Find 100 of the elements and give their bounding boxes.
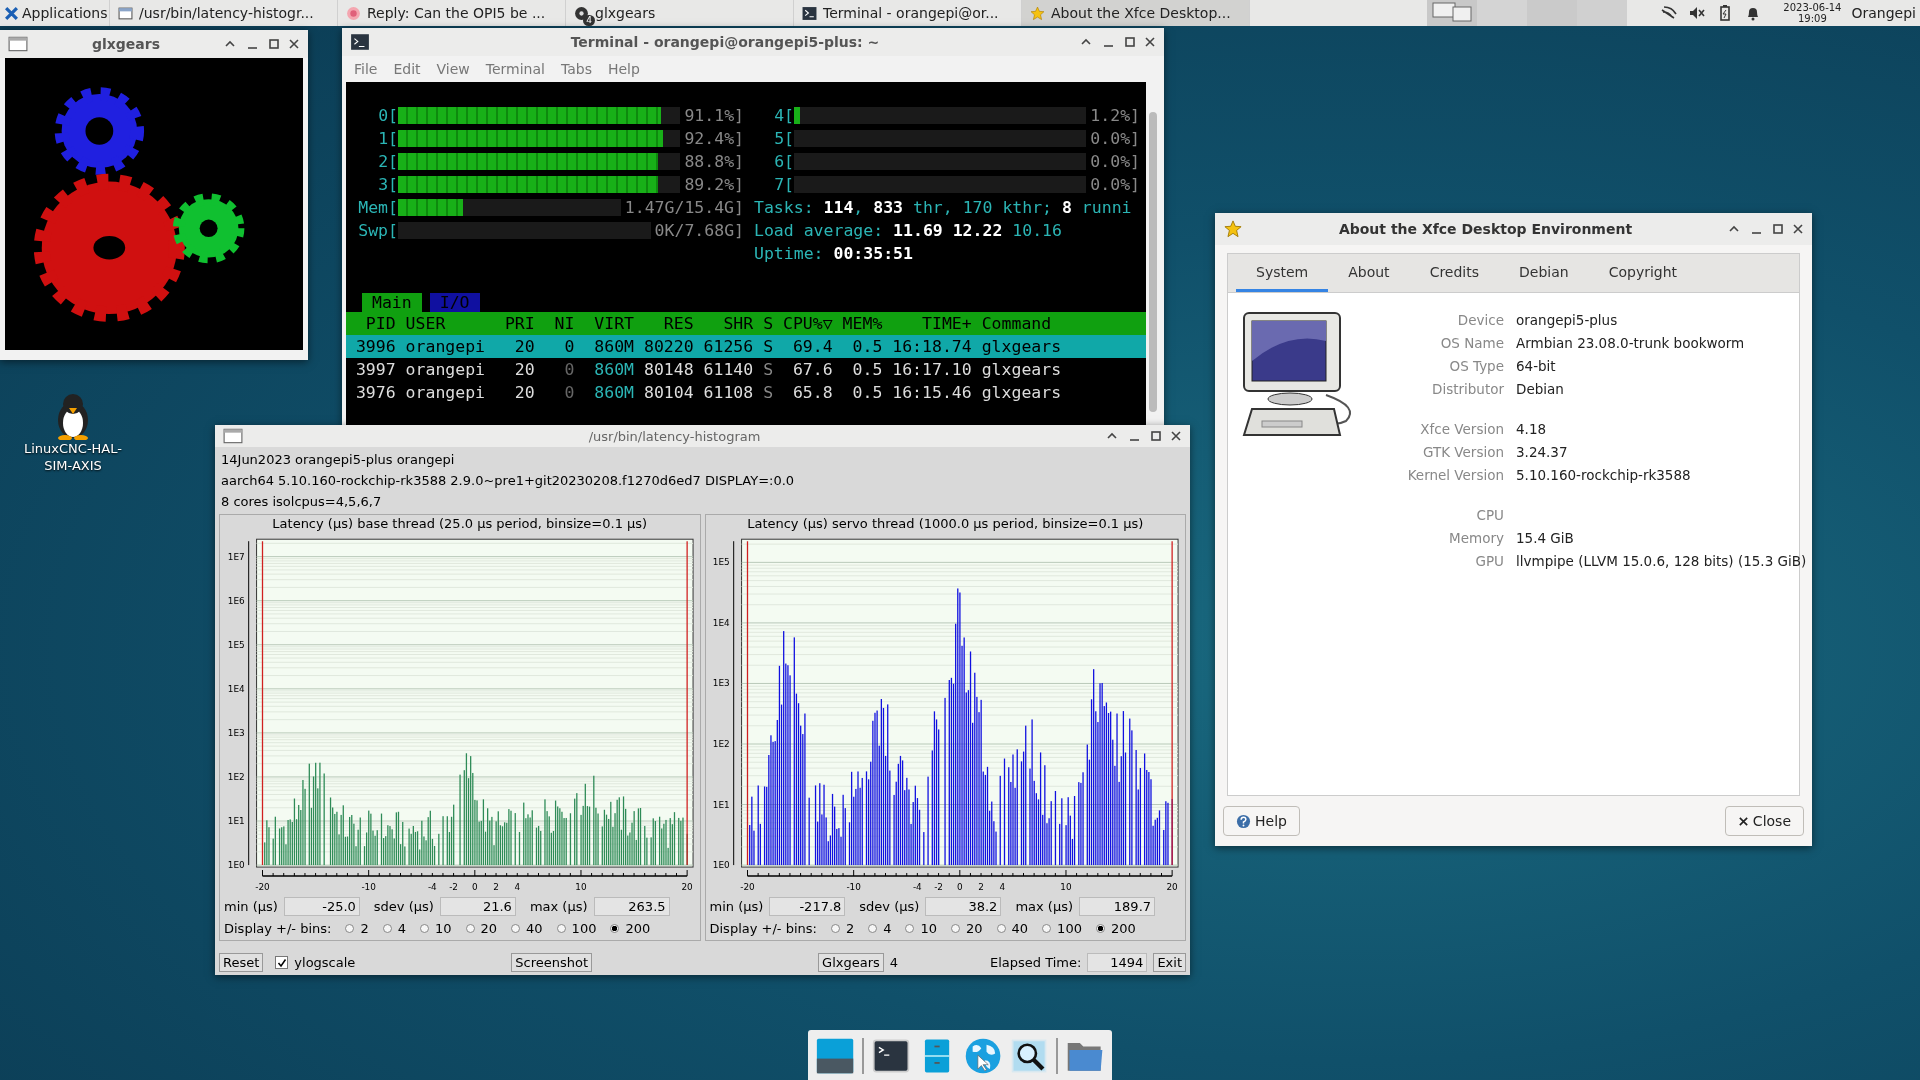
screenshot-button[interactable]: Screenshot: [511, 953, 593, 972]
tick-label: 1E3: [227, 727, 245, 738]
bins-radio[interactable]: 100: [556, 921, 597, 936]
window-controls-icon[interactable]: [1106, 429, 1182, 443]
stat-value: -217.8: [769, 897, 846, 916]
table-cell-text: 80220: [642, 337, 694, 356]
process-row[interactable]: 3997 orangepi 20 0 860M 80148 61140 S 67.6 0.5 16:17.10 glxgears: [346, 358, 1146, 381]
bins-radio[interactable]: 200: [610, 921, 651, 936]
table-cell-text: 3976: [354, 383, 396, 402]
window-title: glxgears: [90, 36, 162, 52]
system-info: 14Jun2023 orangepi5-plus orangepi: [221, 451, 456, 469]
table-cell-text: orangepi: [404, 337, 487, 356]
desktop-icon-label[interactable]: LinuxCNC-HAL-SIM-AXIS: [21, 440, 125, 474]
htop-tab[interactable]: Main: [362, 293, 422, 312]
taskbar-button[interactable]: Reply: Can the OPI5 be ...: [338, 0, 566, 26]
bins-radio[interactable]: 40: [511, 921, 543, 936]
menu-item[interactable]: Terminal: [479, 61, 551, 77]
meter-label: Mem[: [358, 198, 398, 217]
meter-reading: 89.2%]: [684, 175, 744, 194]
column-header[interactable]: TIME+: [882, 314, 972, 333]
info-value: 3.24.37: [1516, 443, 1569, 461]
window-controls-icon[interactable]: [224, 37, 300, 51]
menu-item[interactable]: File: [348, 61, 384, 77]
bins-radio[interactable]: 20: [465, 921, 498, 936]
menu-item[interactable]: Edit: [387, 61, 427, 77]
bins-radio[interactable]: 40: [996, 921, 1029, 936]
tab[interactable]: Debian: [1499, 254, 1589, 292]
terminal-icon: [350, 33, 370, 51]
exit-button[interactable]: Exit: [1153, 953, 1186, 972]
process-row[interactable]: 3976 orangepi 20 0 860M 80104 61108 S 65.8 0.5 16:15.46 glxgears: [346, 381, 1146, 404]
taskbar-button[interactable]: /usr/bin/latency-histogr...: [110, 0, 338, 26]
bins-radio[interactable]: 20: [951, 921, 983, 936]
column-header[interactable]: S: [753, 314, 774, 333]
bins-radio[interactable]: 200: [1095, 921, 1136, 936]
close-button[interactable]: Close: [1724, 806, 1804, 836]
scrollbar[interactable]: [1146, 82, 1160, 425]
bins-radio[interactable]: 100: [1042, 921, 1082, 936]
browser-icon: [346, 5, 361, 21]
bins-radio[interactable]: 4: [868, 921, 892, 936]
help-button[interactable]: Help: [1223, 806, 1300, 836]
bins-label: Display +/- bins:: [224, 921, 332, 936]
bins-radio[interactable]: 2: [345, 921, 369, 936]
reset-button[interactable]: Reset: [219, 953, 264, 972]
table-cell-text: 69.4: [791, 337, 833, 356]
bins-radio[interactable]: 10: [419, 921, 452, 936]
column-header[interactable]: PRI: [494, 314, 535, 333]
column-header[interactable]: PID: [346, 314, 396, 333]
column-header[interactable]: RES: [634, 314, 694, 333]
workspace-switcher[interactable]: [1427, 0, 1628, 26]
table-cell-text: S: [762, 337, 774, 356]
menu-item[interactable]: Tabs: [554, 61, 598, 77]
meter-reading: 0.0%]: [1090, 129, 1140, 148]
meter-label: 4[: [773, 106, 794, 125]
column-header[interactable]: MEM%: [832, 314, 883, 333]
tick-label: 4: [514, 881, 520, 892]
table-cell-text: 61140: [702, 360, 754, 379]
tick-label: 0: [957, 881, 963, 892]
window-controls-icon[interactable]: [1080, 35, 1156, 49]
tab[interactable]: Credits: [1409, 254, 1500, 292]
menu-item[interactable]: Help: [601, 61, 646, 77]
info-label: Distributor: [1431, 380, 1504, 398]
bins-radio[interactable]: 10: [905, 921, 937, 936]
column-header[interactable]: USER: [395, 314, 495, 333]
table-cell-text: 3996: [354, 337, 396, 356]
user-name[interactable]: Orangepi: [1851, 5, 1916, 21]
window-icon: [8, 35, 28, 53]
tick-label: 1E2: [227, 771, 245, 782]
clock[interactable]: 2023-06-14 19:09: [1783, 2, 1842, 24]
applications-menu[interactable]: Applications: [0, 0, 110, 26]
tick-label: -20: [255, 881, 270, 892]
tab[interactable]: System: [1236, 254, 1329, 292]
column-header[interactable]: NI: [534, 314, 575, 333]
column-header[interactable]: CPU%▽: [773, 314, 833, 333]
stat-label: min (µs): [224, 899, 278, 914]
info-label: GPU: [1474, 552, 1504, 570]
stat-label: min (µs): [709, 899, 764, 914]
column-header[interactable]: SHR: [693, 314, 754, 333]
process-row[interactable]: 3996 orangepi 20 0 860M 80220 61256 S 69.4 0.5 16:18.74 glxgears: [346, 335, 1146, 358]
column-header[interactable]: Command: [971, 314, 1052, 333]
taskbar-button[interactable]: About the Xfce Desktop...: [1022, 0, 1250, 26]
ylogscale-checkbox[interactable]: ylogscale: [275, 955, 356, 970]
table-cell-text: 61256: [702, 337, 754, 356]
column-header[interactable]: VIRT: [574, 314, 635, 333]
tab[interactable]: Copyright: [1588, 254, 1698, 292]
table-cell-text: 16:17.10: [891, 360, 972, 379]
window-controls-icon[interactable]: [1728, 222, 1804, 236]
info-label: Memory: [1448, 529, 1504, 547]
menu-item[interactable]: View: [430, 61, 476, 77]
tab[interactable]: About: [1328, 254, 1410, 292]
tick-label: 2: [492, 881, 499, 892]
bins-radio[interactable]: 4: [382, 921, 406, 936]
tick-label: -4: [913, 881, 923, 892]
glxgears-button[interactable]: Glxgears: [818, 953, 884, 972]
tick-label: 1E5: [713, 557, 730, 568]
taskbar-button[interactable]: 4 glxgears: [566, 0, 794, 26]
window-icon: [118, 5, 133, 21]
table-cell-text: 0: [563, 383, 575, 402]
chart-title: Latency (µs) base thread (25.0 µs period, binsize=0.1 µs): [271, 515, 649, 533]
bins-radio[interactable]: 2: [830, 921, 855, 936]
meter-reading: 92.4%]: [684, 129, 744, 148]
